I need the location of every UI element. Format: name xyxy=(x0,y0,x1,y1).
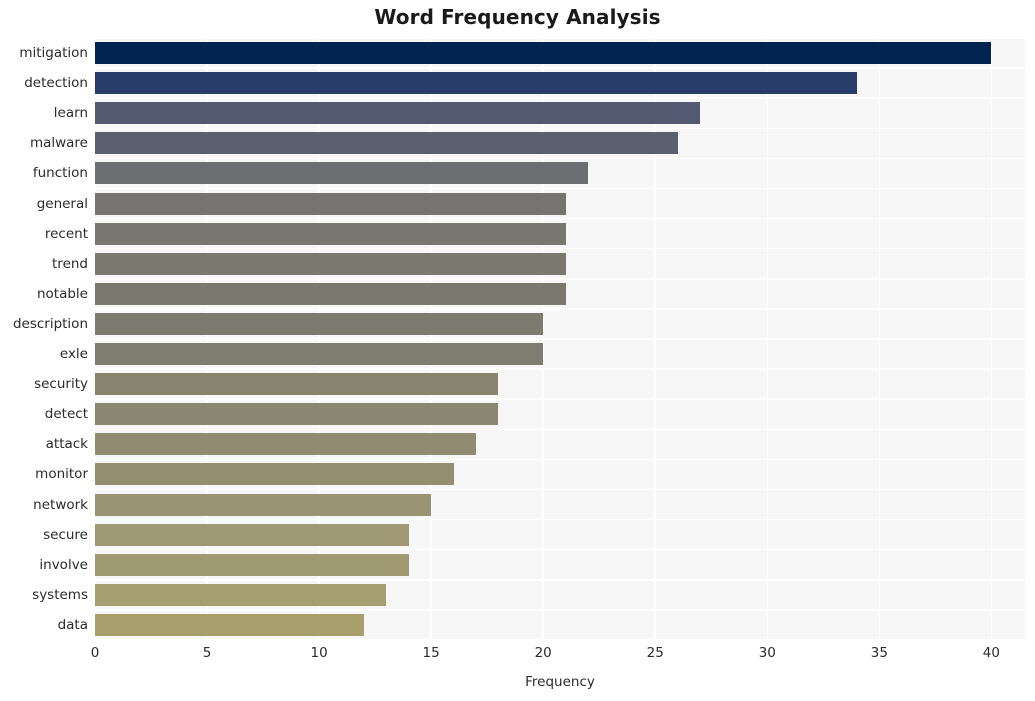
gridline-horizontal xyxy=(95,338,1025,340)
x-tick-label: 40 xyxy=(982,645,1000,661)
x-axis-tick-labels: 0 5 10 15 20 25 30 35 40 xyxy=(91,645,1025,667)
y-tick-label: notable xyxy=(36,285,88,302)
bar xyxy=(95,132,678,155)
gridline-horizontal xyxy=(95,308,1025,310)
y-tick-label: trend xyxy=(52,255,88,272)
x-tick-label: 20 xyxy=(534,645,552,661)
x-tick-label: 5 xyxy=(202,645,212,661)
bar xyxy=(95,192,566,215)
word-frequency-chart-figure: Word Frequency Analysis mitigation detect… xyxy=(0,0,1035,701)
bar xyxy=(95,463,454,486)
x-tick-label: 25 xyxy=(646,645,664,661)
bar xyxy=(95,102,701,125)
gridline-horizontal xyxy=(95,579,1025,581)
y-tick-label: learn xyxy=(53,105,88,122)
y-tick-label: involve xyxy=(39,556,88,573)
gridline-horizontal xyxy=(95,67,1025,69)
bar xyxy=(95,553,409,576)
y-tick-label: general xyxy=(36,195,88,212)
bar xyxy=(95,42,992,65)
bar xyxy=(95,433,476,456)
bar xyxy=(95,403,499,426)
y-tick-label: secure xyxy=(43,526,88,543)
bar xyxy=(95,343,544,366)
gridline-horizontal xyxy=(95,458,1025,461)
gridline-horizontal xyxy=(95,38,1025,39)
y-axis-tick-labels: mitigation detection learn malware function g… xyxy=(0,38,88,640)
gridline-horizontal xyxy=(95,609,1025,611)
x-axis-label: Frequency xyxy=(525,674,595,690)
bar xyxy=(95,162,588,185)
gridline-horizontal xyxy=(95,368,1025,370)
y-tick-label: description xyxy=(12,315,88,332)
y-tick-label: attack xyxy=(45,436,88,453)
y-tick-label: malware xyxy=(29,135,88,152)
gridline-horizontal xyxy=(95,488,1025,491)
bar xyxy=(95,493,432,516)
y-tick-label: recent xyxy=(44,225,88,242)
gridline-horizontal xyxy=(95,428,1025,431)
bar xyxy=(95,523,409,546)
x-tick-label: 0 xyxy=(90,645,100,661)
y-tick-label: systems xyxy=(32,586,88,603)
gridline-horizontal xyxy=(95,157,1025,160)
y-tick-label: mitigation xyxy=(19,45,88,62)
gridline-horizontal xyxy=(95,548,1025,551)
y-tick-label: monitor xyxy=(35,466,88,483)
gridline-horizontal xyxy=(95,639,1025,640)
bar xyxy=(95,222,566,245)
gridline-horizontal xyxy=(95,97,1025,99)
y-tick-label: exle xyxy=(59,346,88,363)
gridline-horizontal xyxy=(95,518,1025,521)
x-tick-label: 10 xyxy=(310,645,328,661)
plot-area xyxy=(95,38,1025,640)
bar xyxy=(95,72,857,95)
y-tick-label: function xyxy=(32,165,88,182)
gridline-horizontal xyxy=(95,187,1025,190)
y-tick-label: data xyxy=(57,616,88,633)
x-tick-label: 15 xyxy=(422,645,440,661)
gridline-horizontal xyxy=(95,398,1025,400)
gridline-horizontal xyxy=(95,247,1025,250)
bar xyxy=(95,613,364,636)
bar xyxy=(95,373,499,396)
gridline-horizontal xyxy=(95,217,1025,220)
gridline-horizontal xyxy=(95,127,1025,130)
bar xyxy=(95,312,544,335)
y-tick-label: detection xyxy=(24,75,88,92)
y-tick-label: security xyxy=(34,376,88,393)
page-title: Word Frequency Analysis xyxy=(374,5,661,29)
bar xyxy=(95,282,566,305)
gridline-horizontal xyxy=(95,278,1025,280)
y-tick-label: network xyxy=(33,496,88,513)
x-tick-label: 30 xyxy=(758,645,776,661)
bar xyxy=(95,583,387,606)
bar xyxy=(95,252,566,275)
y-tick-label: detect xyxy=(44,406,88,423)
x-tick-label: 35 xyxy=(870,645,888,661)
